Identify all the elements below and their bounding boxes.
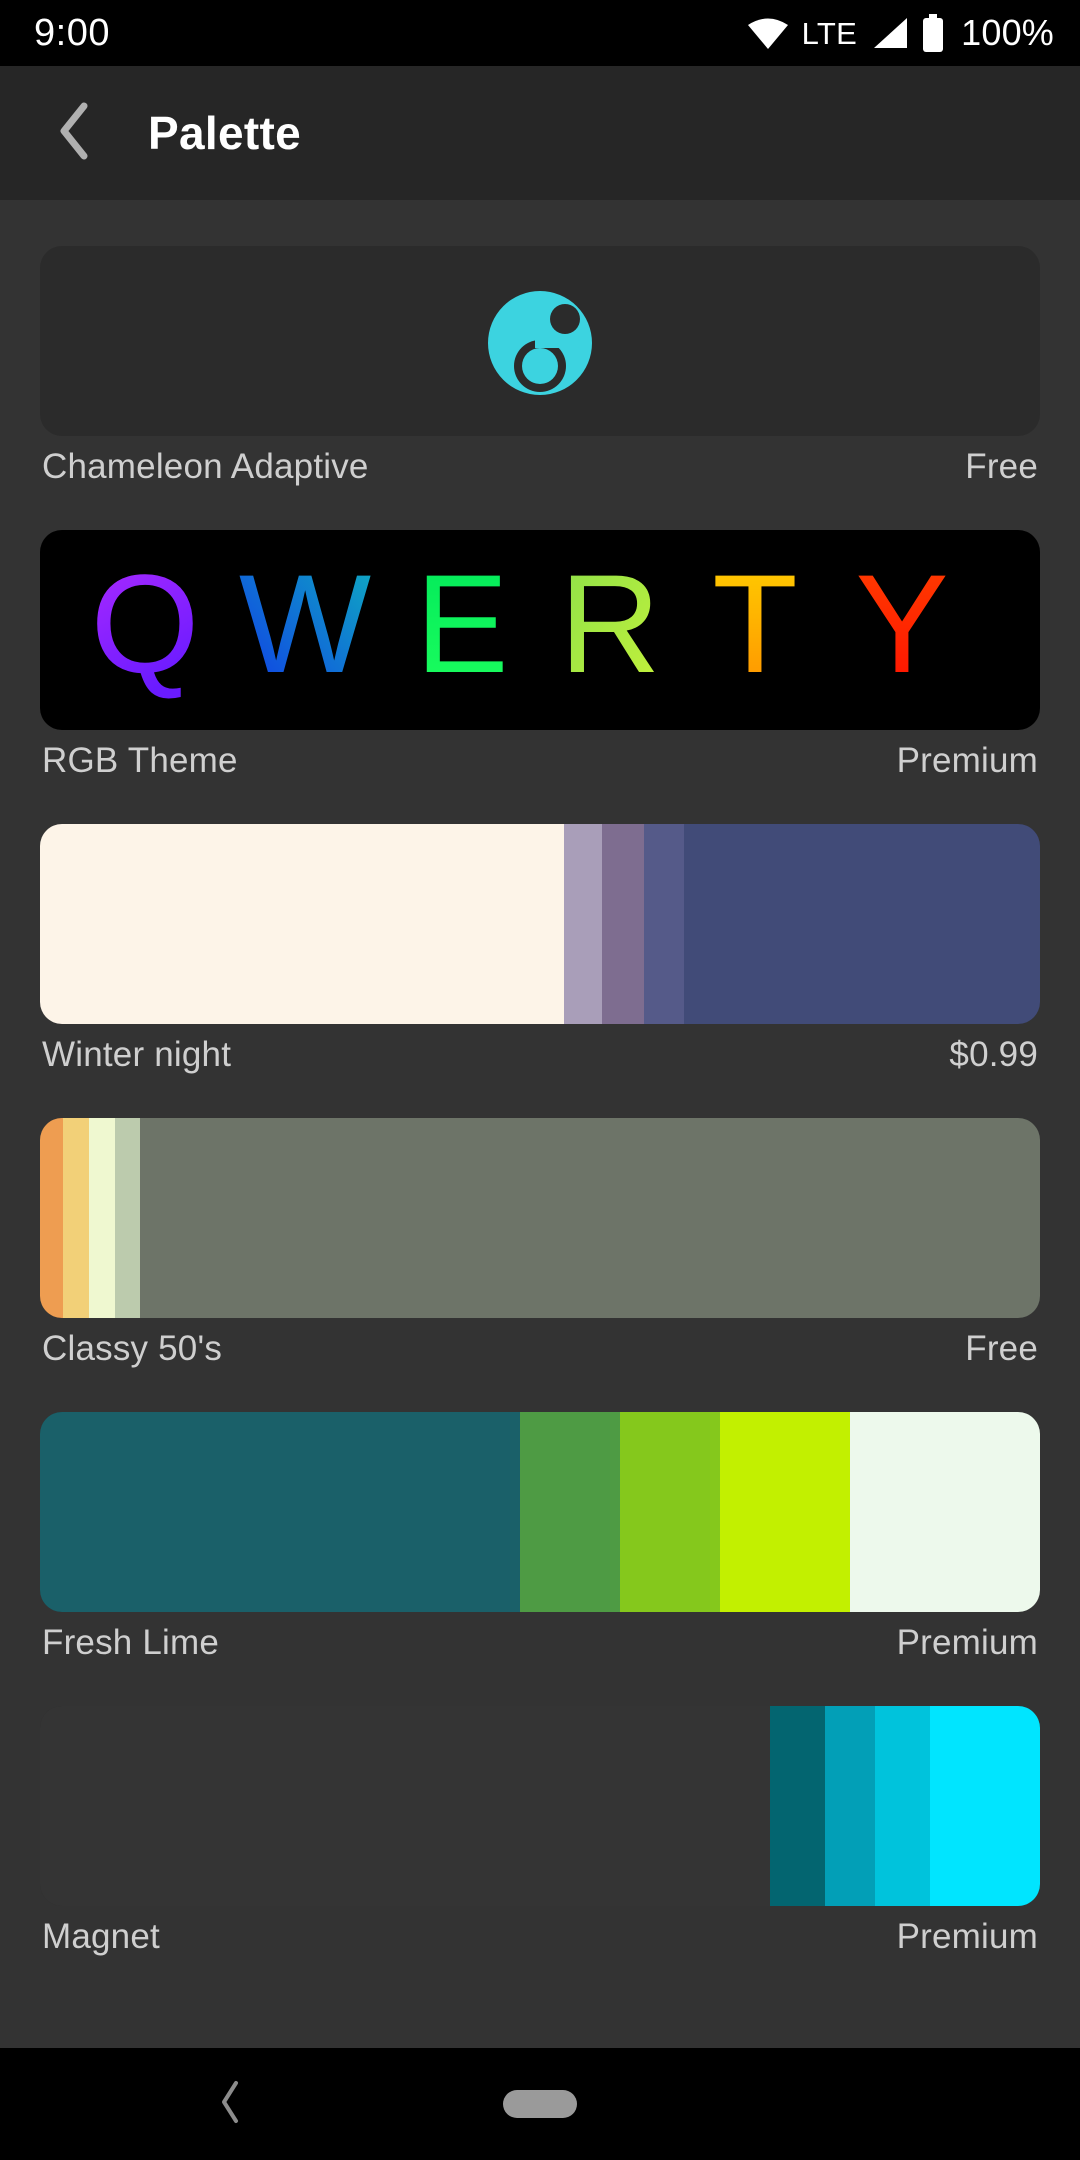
color-swatch <box>40 1412 520 1612</box>
list-item[interactable]: Classy 50's Free <box>40 1118 1040 1380</box>
color-swatch <box>564 824 602 1024</box>
palette-price: Premium <box>896 1623 1038 1662</box>
color-strip-group <box>40 824 1040 1024</box>
wifi-icon <box>747 16 789 50</box>
svg-text:Y: Y <box>855 550 948 702</box>
color-swatch <box>89 1118 115 1318</box>
app-bar: Palette <box>0 66 1080 200</box>
palette-label-row: Chameleon Adaptive Free <box>40 436 1040 498</box>
palette-list[interactable]: Chameleon Adaptive Free Q W E R T Y RGB … <box>0 200 1080 2048</box>
status-bar: 9:00 LTE 100% <box>0 0 1080 66</box>
system-nav-bar <box>0 2048 1080 2160</box>
page-title: Palette <box>148 107 301 159</box>
color-swatch <box>930 1706 1040 1906</box>
palette-preview-strips[interactable] <box>40 824 1040 1024</box>
palette-label-row: Winter night $0.99 <box>40 1024 1040 1086</box>
color-swatch <box>115 1118 140 1318</box>
phone-screen: 9:00 LTE 100% Palette Chameleon Adaptive… <box>0 0 1080 2160</box>
palette-preview-strips[interactable] <box>40 1412 1040 1612</box>
svg-text:T: T <box>712 550 798 702</box>
list-top-spacer <box>40 200 1040 246</box>
color-swatch <box>825 1706 875 1906</box>
palette-label-row: RGB Theme Premium <box>40 730 1040 792</box>
palette-preview-logo[interactable] <box>40 246 1040 436</box>
chevron-left-icon <box>215 2079 245 2130</box>
palette-price: $0.99 <box>949 1035 1038 1074</box>
qwerty-artwork: Q W E R T Y <box>40 530 1040 730</box>
status-clock: 9:00 <box>34 12 110 54</box>
palette-preview-strips[interactable] <box>40 1706 1040 1906</box>
color-swatch <box>720 1412 850 1612</box>
palette-price: Free <box>965 1329 1038 1368</box>
status-icons: LTE 100% <box>747 14 1054 52</box>
svg-text:E: E <box>415 550 508 702</box>
home-pill-handle[interactable] <box>503 2090 577 2118</box>
palette-price: Premium <box>896 741 1038 780</box>
palette-price: Premium <box>896 1917 1038 1956</box>
color-swatch <box>40 1118 63 1318</box>
signal-icon <box>870 16 908 50</box>
palette-label-row: Magnet Premium <box>40 1906 1040 1968</box>
palette-label-row: Classy 50's Free <box>40 1318 1040 1380</box>
battery-icon <box>921 14 945 52</box>
color-swatch <box>63 1118 89 1318</box>
color-swatch <box>40 1706 770 1906</box>
back-button[interactable] <box>44 102 106 164</box>
color-swatch <box>602 824 644 1024</box>
palette-name: Chameleon Adaptive <box>42 447 369 486</box>
svg-text:W: W <box>239 550 371 702</box>
palette-price: Free <box>965 447 1038 486</box>
svg-text:R: R <box>559 550 660 702</box>
color-swatch <box>770 1706 825 1906</box>
list-item[interactable]: Chameleon Adaptive Free <box>40 246 1040 498</box>
palette-name: Winter night <box>42 1035 232 1074</box>
chevron-left-icon <box>55 100 95 167</box>
palette-preview-strips[interactable] <box>40 1118 1040 1318</box>
palette-name: RGB Theme <box>42 741 238 780</box>
network-type-label: LTE <box>801 15 858 51</box>
color-swatch <box>520 1412 620 1612</box>
color-swatch <box>620 1412 720 1612</box>
color-strip-group <box>40 1706 1040 1906</box>
palette-preview-qwerty[interactable]: Q W E R T Y <box>40 530 1040 730</box>
nav-back-button[interactable] <box>200 2074 260 2134</box>
palette-label-row: Fresh Lime Premium <box>40 1612 1040 1674</box>
svg-text:Q: Q <box>91 550 200 702</box>
palette-name: Magnet <box>42 1917 160 1956</box>
palette-name: Fresh Lime <box>42 1623 220 1662</box>
list-item[interactable]: Magnet Premium <box>40 1706 1040 1968</box>
battery-percent-label: 100% <box>961 12 1054 53</box>
palette-name: Classy 50's <box>42 1329 223 1368</box>
list-item[interactable]: Q W E R T Y RGB Theme Premium <box>40 530 1040 792</box>
list-item[interactable]: Fresh Lime Premium <box>40 1412 1040 1674</box>
color-strip-group <box>40 1118 1040 1318</box>
color-swatch <box>140 1118 1040 1318</box>
color-swatch <box>875 1706 930 1906</box>
color-swatch <box>644 824 684 1024</box>
color-swatch <box>850 1412 1040 1612</box>
chameleon-logo-icon <box>40 246 1040 436</box>
color-swatch <box>40 824 564 1024</box>
list-item[interactable]: Winter night $0.99 <box>40 824 1040 1086</box>
color-swatch <box>684 824 1040 1024</box>
color-strip-group <box>40 1412 1040 1612</box>
